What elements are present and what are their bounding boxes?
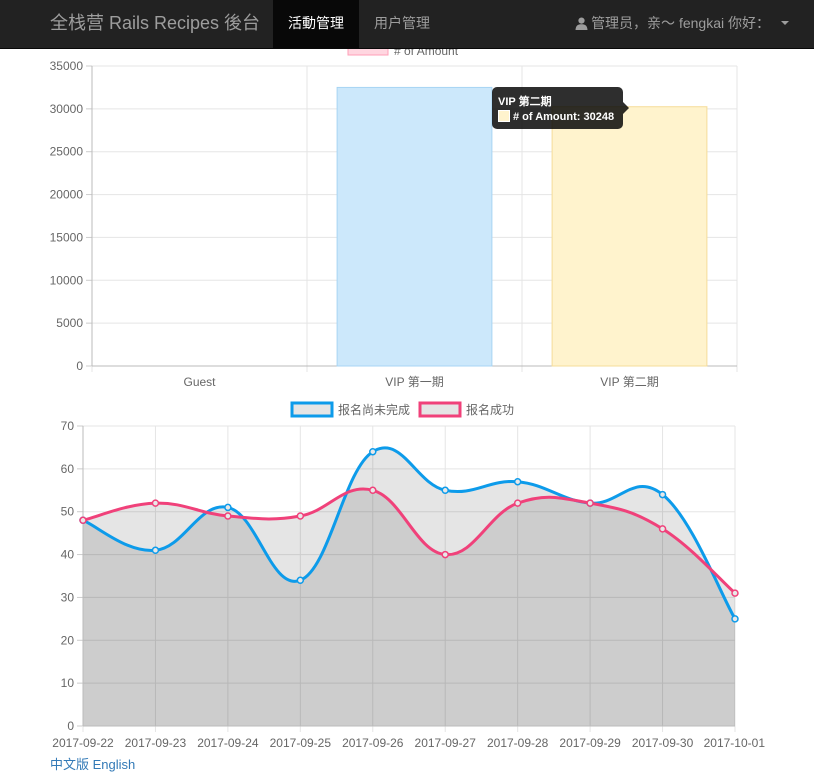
line-x-tick-label: 2017-09-30	[632, 736, 694, 750]
data-point	[224, 503, 232, 512]
data-point	[224, 512, 232, 520]
data-point	[658, 525, 667, 533]
nav-item-users[interactable]: 用户管理	[359, 0, 445, 48]
line-y-tick-label: 50	[61, 505, 75, 519]
chart-tooltip: VIP 第二期 # of Amount: 30248	[492, 87, 629, 129]
data-point	[296, 576, 305, 585]
line-x-tick-label: 2017-09-22	[52, 736, 114, 750]
data-point	[731, 589, 739, 597]
bar-y-tick-label: 35000	[50, 59, 84, 73]
line-y-tick-label: 20	[61, 633, 75, 647]
bar-y-tick-label: 5000	[56, 316, 83, 330]
line-x-tick-label: 2017-09-28	[487, 736, 549, 750]
data-point	[151, 499, 160, 507]
bar-y-tick-label: 30000	[50, 102, 84, 116]
nav-item-events[interactable]: 活動管理	[273, 0, 359, 48]
navbar: 全栈营 Rails Recipes 後台 活動管理 用户管理 管理员，亲～ fe…	[0, 0, 814, 49]
line-x-tick-label: 2017-09-24	[197, 736, 259, 750]
bar-x-tick-label: Guest	[183, 375, 216, 389]
line-legend-label: 报名尚未完成	[338, 402, 410, 417]
data-point	[79, 516, 87, 525]
bar-y-tick-label: 20000	[50, 188, 84, 202]
line-y-tick-label: 30	[61, 590, 75, 604]
line-y-tick-label: 70	[61, 419, 75, 433]
line-x-tick-label: 2017-10-01	[704, 736, 766, 750]
line-x-tick-label: 2017-09-27	[415, 736, 477, 750]
line-x-tick-label: 2017-09-25	[270, 736, 332, 750]
data-point	[658, 490, 667, 499]
line-y-tick-label: 0	[67, 719, 74, 733]
data-point	[586, 499, 594, 507]
data-point	[441, 486, 449, 495]
bar-chart: # of Amount05000100001500020000250003000…	[50, 42, 738, 389]
bar-y-tick-label: 10000	[50, 273, 84, 287]
lang-link-english[interactable]: English	[93, 757, 136, 772]
bar-y-tick-label: 25000	[50, 145, 84, 159]
user-icon	[575, 15, 591, 31]
data-point	[296, 512, 305, 520]
data-point	[731, 615, 739, 623]
line-x-tick-label: 2017-09-23	[125, 736, 187, 750]
bar	[336, 86, 493, 367]
brand-title[interactable]: 全栈营 Rails Recipes 後台	[50, 0, 260, 48]
user-menu-dropdown[interactable]: 管理员，亲～ fengkai 你好：	[575, 0, 789, 48]
tooltip-arrow	[623, 102, 629, 114]
data-point	[513, 477, 522, 486]
line-legend-label: 报名成功	[466, 402, 514, 417]
data-point	[441, 550, 449, 559]
user-greeting: 管理员，亲～ fengkai 你好：	[591, 15, 770, 31]
tooltip-value-line: # of Amount: 30248	[498, 110, 614, 123]
line-y-tick-label: 10	[61, 676, 75, 690]
charts-canvas: # of Amount05000100001500020000250003000…	[50, 42, 766, 750]
bar-x-tick-label: VIP 第二期	[600, 375, 658, 389]
language-links: 中文版 English	[50, 754, 135, 773]
line-x-tick-label: 2017-09-29	[559, 736, 621, 750]
data-point	[151, 546, 160, 555]
data-point	[513, 499, 522, 507]
line-y-tick-label: 60	[61, 462, 75, 476]
line-legend-swatch	[290, 401, 334, 418]
caret-down-icon	[781, 21, 789, 25]
data-point	[369, 447, 377, 456]
bar-y-tick-label: 0	[76, 359, 83, 373]
lang-link-chinese[interactable]: 中文版	[50, 757, 89, 772]
line-chart: 报名尚未完成 报名成功 0 10 20 30 40 50 60 70 2017-09-22 2017-…	[52, 401, 766, 750]
bar-x-tick-label: VIP 第一期	[385, 375, 443, 389]
line-x-tick-label: 2017-09-26	[342, 736, 404, 750]
line-legend-swatch	[418, 401, 462, 418]
line-y-tick-label: 40	[61, 548, 75, 562]
tooltip-swatch	[498, 110, 510, 122]
bar-y-tick-label: 15000	[50, 230, 84, 244]
tooltip-value: # of Amount: 30248	[513, 111, 615, 123]
bar	[551, 106, 708, 367]
tooltip-title: VIP 第二期	[498, 96, 552, 108]
data-point	[369, 486, 377, 495]
